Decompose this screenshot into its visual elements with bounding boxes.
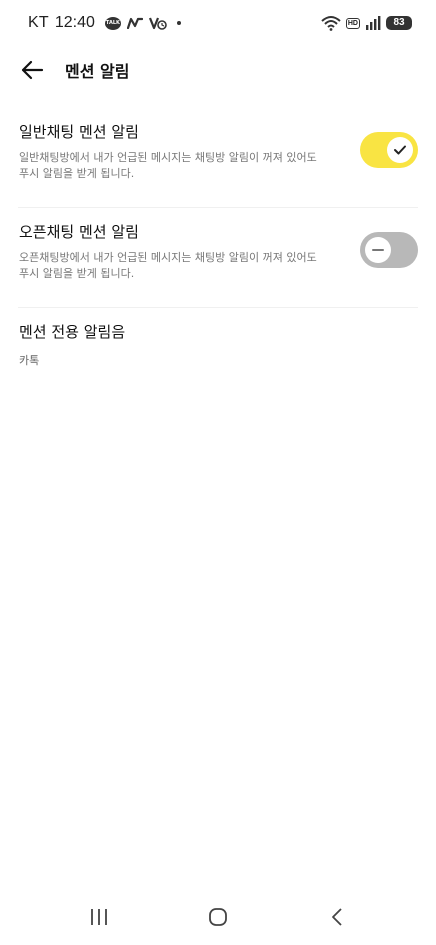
chevron-left-icon bbox=[331, 908, 342, 926]
general-chat-mention-toggle[interactable] bbox=[360, 132, 418, 168]
system-nav-bar bbox=[0, 889, 436, 945]
general-chat-mention-setting: 일반채팅 멘션 알림 일반채팅방에서 내가 언급된 메시지는 채팅방 알림이 꺼… bbox=[18, 108, 418, 208]
status-bar-left: KT 12:40 TALK bbox=[28, 14, 181, 32]
arrow-left-icon bbox=[21, 60, 44, 80]
wifi-icon bbox=[321, 15, 341, 31]
general-chat-mention-title: 일반채팅 멘션 알림 bbox=[19, 123, 139, 141]
recent-apps-icon bbox=[91, 909, 108, 925]
mention-sound-setting[interactable]: 멘션 전용 알림음 카톡 bbox=[18, 308, 418, 388]
carrier-label: KT bbox=[28, 14, 49, 31]
home-icon bbox=[209, 908, 227, 926]
toggle-knob bbox=[387, 137, 413, 163]
app-bar: 멘션 알림 bbox=[0, 46, 436, 92]
battery-level: 83 bbox=[386, 16, 412, 30]
open-chat-mention-description: 오픈채팅방에서 내가 언급된 메시지는 채팅방 알림이 꺼져 있어도 푸시 알림… bbox=[19, 251, 317, 280]
back-button[interactable] bbox=[14, 54, 50, 86]
status-bar-right: HD 83 bbox=[321, 15, 412, 31]
open-chat-mention-title: 오픈채팅 멘션 알림 bbox=[19, 223, 139, 241]
mention-sound-title: 멘션 전용 알림음 bbox=[19, 323, 126, 341]
signal-icon bbox=[365, 16, 381, 30]
open-chat-mention-setting: 오픈채팅 멘션 알림 오픈채팅방에서 내가 언급된 메시지는 채팅방 알림이 꺼… bbox=[18, 208, 418, 308]
settings-list: 일반채팅 멘션 알림 일반채팅방에서 내가 언급된 메시지는 채팅방 알림이 꺼… bbox=[0, 108, 436, 388]
screen: KT 12:40 TALK HD 83 멘션 알림 일반채팅 멘션 알림 일반채… bbox=[0, 0, 436, 945]
back-nav-button[interactable] bbox=[307, 897, 367, 937]
more-notifications-dot-icon bbox=[176, 21, 181, 25]
general-chat-mention-description: 일반채팅방에서 내가 언급된 메시지는 채팅방 알림이 꺼져 있어도 푸시 알림… bbox=[19, 151, 317, 180]
clock: 12:40 bbox=[54, 14, 95, 31]
recent-apps-button[interactable] bbox=[69, 897, 129, 937]
kakaotalk-icon: TALK bbox=[104, 16, 121, 30]
v-icon bbox=[148, 16, 167, 30]
toggle-knob bbox=[365, 237, 391, 263]
check-icon bbox=[394, 145, 406, 155]
page-title: 멘션 알림 bbox=[65, 62, 130, 81]
hd-voice-icon: HD bbox=[345, 17, 360, 29]
status-bar: KT 12:40 TALK HD 83 bbox=[0, 0, 436, 46]
n-icon bbox=[126, 17, 143, 29]
open-chat-mention-toggle[interactable] bbox=[360, 232, 418, 268]
mention-sound-value: 카톡 bbox=[19, 354, 40, 367]
minus-icon bbox=[372, 249, 384, 251]
home-button[interactable] bbox=[188, 897, 248, 937]
